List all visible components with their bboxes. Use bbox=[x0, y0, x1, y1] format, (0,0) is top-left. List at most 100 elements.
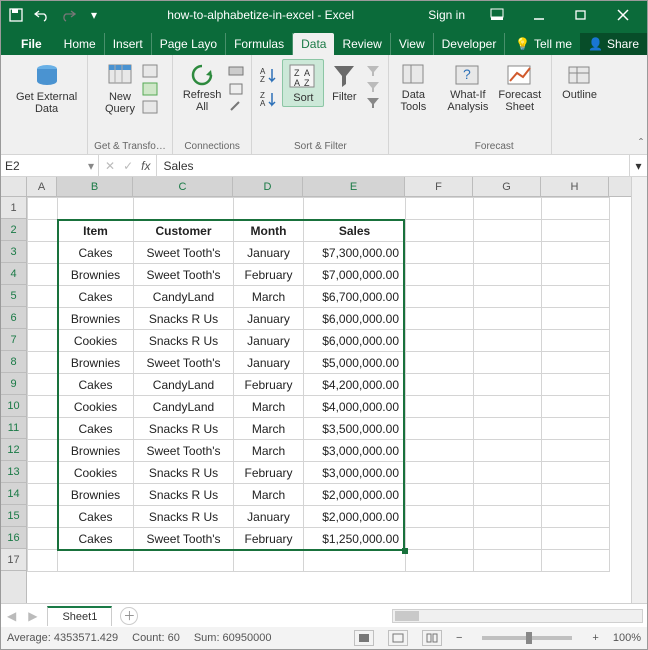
cell-C4[interactable]: Sweet Tooth's bbox=[134, 264, 234, 286]
undo-button[interactable] bbox=[31, 4, 53, 26]
cell-B3[interactable]: Cakes bbox=[58, 242, 134, 264]
worksheet-grid[interactable]: ABCDEFGH 1234567891011121314151617 ItemC… bbox=[1, 177, 647, 603]
cell-E6[interactable]: $6,000,000.00 bbox=[304, 308, 406, 330]
cell-E5[interactable]: $6,700,000.00 bbox=[304, 286, 406, 308]
cell-E8[interactable]: $5,000,000.00 bbox=[304, 352, 406, 374]
cell-E16[interactable]: $1,250,000.00 bbox=[304, 528, 406, 550]
cell-C16[interactable]: Sweet Tooth's bbox=[134, 528, 234, 550]
cell-G10[interactable] bbox=[474, 396, 542, 418]
cell-E10[interactable]: $4,000,000.00 bbox=[304, 396, 406, 418]
tab-nav-next[interactable]: ▶ bbox=[22, 609, 43, 623]
cell-C17[interactable] bbox=[134, 550, 234, 572]
cell-G7[interactable] bbox=[474, 330, 542, 352]
cell-G9[interactable] bbox=[474, 374, 542, 396]
clear-filter-button[interactable] bbox=[364, 63, 382, 77]
cell-G3[interactable] bbox=[474, 242, 542, 264]
cell-D2[interactable]: Month bbox=[234, 220, 304, 242]
cell-B1[interactable] bbox=[58, 198, 134, 220]
cell-B7[interactable]: Cookies bbox=[58, 330, 134, 352]
name-box[interactable]: E2 ▾ bbox=[1, 155, 99, 176]
sort-az-button[interactable]: AZ bbox=[258, 65, 280, 85]
zoom-out-button[interactable]: − bbox=[456, 632, 462, 644]
cell-C5[interactable]: CandyLand bbox=[134, 286, 234, 308]
cell-A10[interactable] bbox=[28, 396, 58, 418]
row-header-5[interactable]: 5 bbox=[1, 285, 26, 307]
cell-G13[interactable] bbox=[474, 462, 542, 484]
cell-A12[interactable] bbox=[28, 440, 58, 462]
cell-H17[interactable] bbox=[542, 550, 610, 572]
qat-customize[interactable]: ▾ bbox=[83, 4, 105, 26]
cell-B13[interactable]: Cookies bbox=[58, 462, 134, 484]
cell-C10[interactable]: CandyLand bbox=[134, 396, 234, 418]
enter-formula-icon[interactable]: ✓ bbox=[123, 159, 133, 173]
tab-nav-prev[interactable]: ◀ bbox=[1, 609, 22, 623]
cell-E3[interactable]: $7,300,000.00 bbox=[304, 242, 406, 264]
signin-link[interactable]: Sign in bbox=[428, 8, 465, 22]
cell-B17[interactable] bbox=[58, 550, 134, 572]
cell-F14[interactable] bbox=[406, 484, 474, 506]
from-table-button[interactable] bbox=[141, 81, 159, 97]
cell-A2[interactable] bbox=[28, 220, 58, 242]
col-header-E[interactable]: E bbox=[303, 177, 405, 196]
tab-insert[interactable]: Insert bbox=[105, 33, 152, 55]
cell-F7[interactable] bbox=[406, 330, 474, 352]
vertical-scrollbar[interactable] bbox=[631, 177, 647, 603]
cell-B9[interactable]: Cakes bbox=[58, 374, 134, 396]
cell-C13[interactable]: Snacks R Us bbox=[134, 462, 234, 484]
show-queries-button[interactable] bbox=[141, 63, 159, 79]
cell-G12[interactable] bbox=[474, 440, 542, 462]
column-headers[interactable]: ABCDEFGH bbox=[27, 177, 631, 197]
cell-A16[interactable] bbox=[28, 528, 58, 550]
whatif-button[interactable]: ? What-If Analysis bbox=[443, 59, 492, 115]
tab-data[interactable]: Data bbox=[293, 33, 334, 55]
cell-D13[interactable]: February bbox=[234, 462, 304, 484]
cell-B4[interactable]: Brownies bbox=[58, 264, 134, 286]
cell-B6[interactable]: Brownies bbox=[58, 308, 134, 330]
cell-F8[interactable] bbox=[406, 352, 474, 374]
cell-C7[interactable]: Snacks R Us bbox=[134, 330, 234, 352]
cell-G4[interactable] bbox=[474, 264, 542, 286]
fx-icon[interactable]: fx bbox=[141, 159, 150, 173]
row-headers[interactable]: 1234567891011121314151617 bbox=[1, 197, 27, 603]
cell-F10[interactable] bbox=[406, 396, 474, 418]
tab-file[interactable]: File bbox=[9, 33, 56, 55]
cell-F9[interactable] bbox=[406, 374, 474, 396]
cell-E1[interactable] bbox=[304, 198, 406, 220]
cell-B12[interactable]: Brownies bbox=[58, 440, 134, 462]
cell-C15[interactable]: Snacks R Us bbox=[134, 506, 234, 528]
cell-F12[interactable] bbox=[406, 440, 474, 462]
row-header-13[interactable]: 13 bbox=[1, 461, 26, 483]
minimize-button[interactable] bbox=[519, 4, 559, 26]
cell-B8[interactable]: Brownies bbox=[58, 352, 134, 374]
zoom-level[interactable]: 100% bbox=[613, 632, 641, 644]
cell-H3[interactable] bbox=[542, 242, 610, 264]
col-header-C[interactable]: C bbox=[133, 177, 233, 196]
cell-A13[interactable] bbox=[28, 462, 58, 484]
cell-B10[interactable]: Cookies bbox=[58, 396, 134, 418]
redo-button[interactable] bbox=[57, 4, 79, 26]
cell-A3[interactable] bbox=[28, 242, 58, 264]
cell-H16[interactable] bbox=[542, 528, 610, 550]
cell-D3[interactable]: January bbox=[234, 242, 304, 264]
sort-za-button[interactable]: ZA bbox=[258, 89, 280, 109]
cell-E9[interactable]: $4,200,000.00 bbox=[304, 374, 406, 396]
cell-F5[interactable] bbox=[406, 286, 474, 308]
share-button[interactable]: 👤Share bbox=[580, 33, 647, 55]
cell-E2[interactable]: Sales bbox=[304, 220, 406, 242]
row-header-17[interactable]: 17 bbox=[1, 549, 26, 571]
cell-B2[interactable]: Item bbox=[58, 220, 134, 242]
filter-button[interactable]: Filter bbox=[326, 59, 362, 105]
cell-H4[interactable] bbox=[542, 264, 610, 286]
cell-H6[interactable] bbox=[542, 308, 610, 330]
cell-D5[interactable]: March bbox=[234, 286, 304, 308]
cell-D16[interactable]: February bbox=[234, 528, 304, 550]
page-layout-view-button[interactable] bbox=[388, 630, 408, 646]
cell-A11[interactable] bbox=[28, 418, 58, 440]
get-external-data-button[interactable]: Get External Data bbox=[12, 59, 81, 117]
cell-C6[interactable]: Snacks R Us bbox=[134, 308, 234, 330]
edit-links-button[interactable] bbox=[227, 99, 245, 115]
cell-E11[interactable]: $3,500,000.00 bbox=[304, 418, 406, 440]
cell-D17[interactable] bbox=[234, 550, 304, 572]
cell-H1[interactable] bbox=[542, 198, 610, 220]
cell-F6[interactable] bbox=[406, 308, 474, 330]
